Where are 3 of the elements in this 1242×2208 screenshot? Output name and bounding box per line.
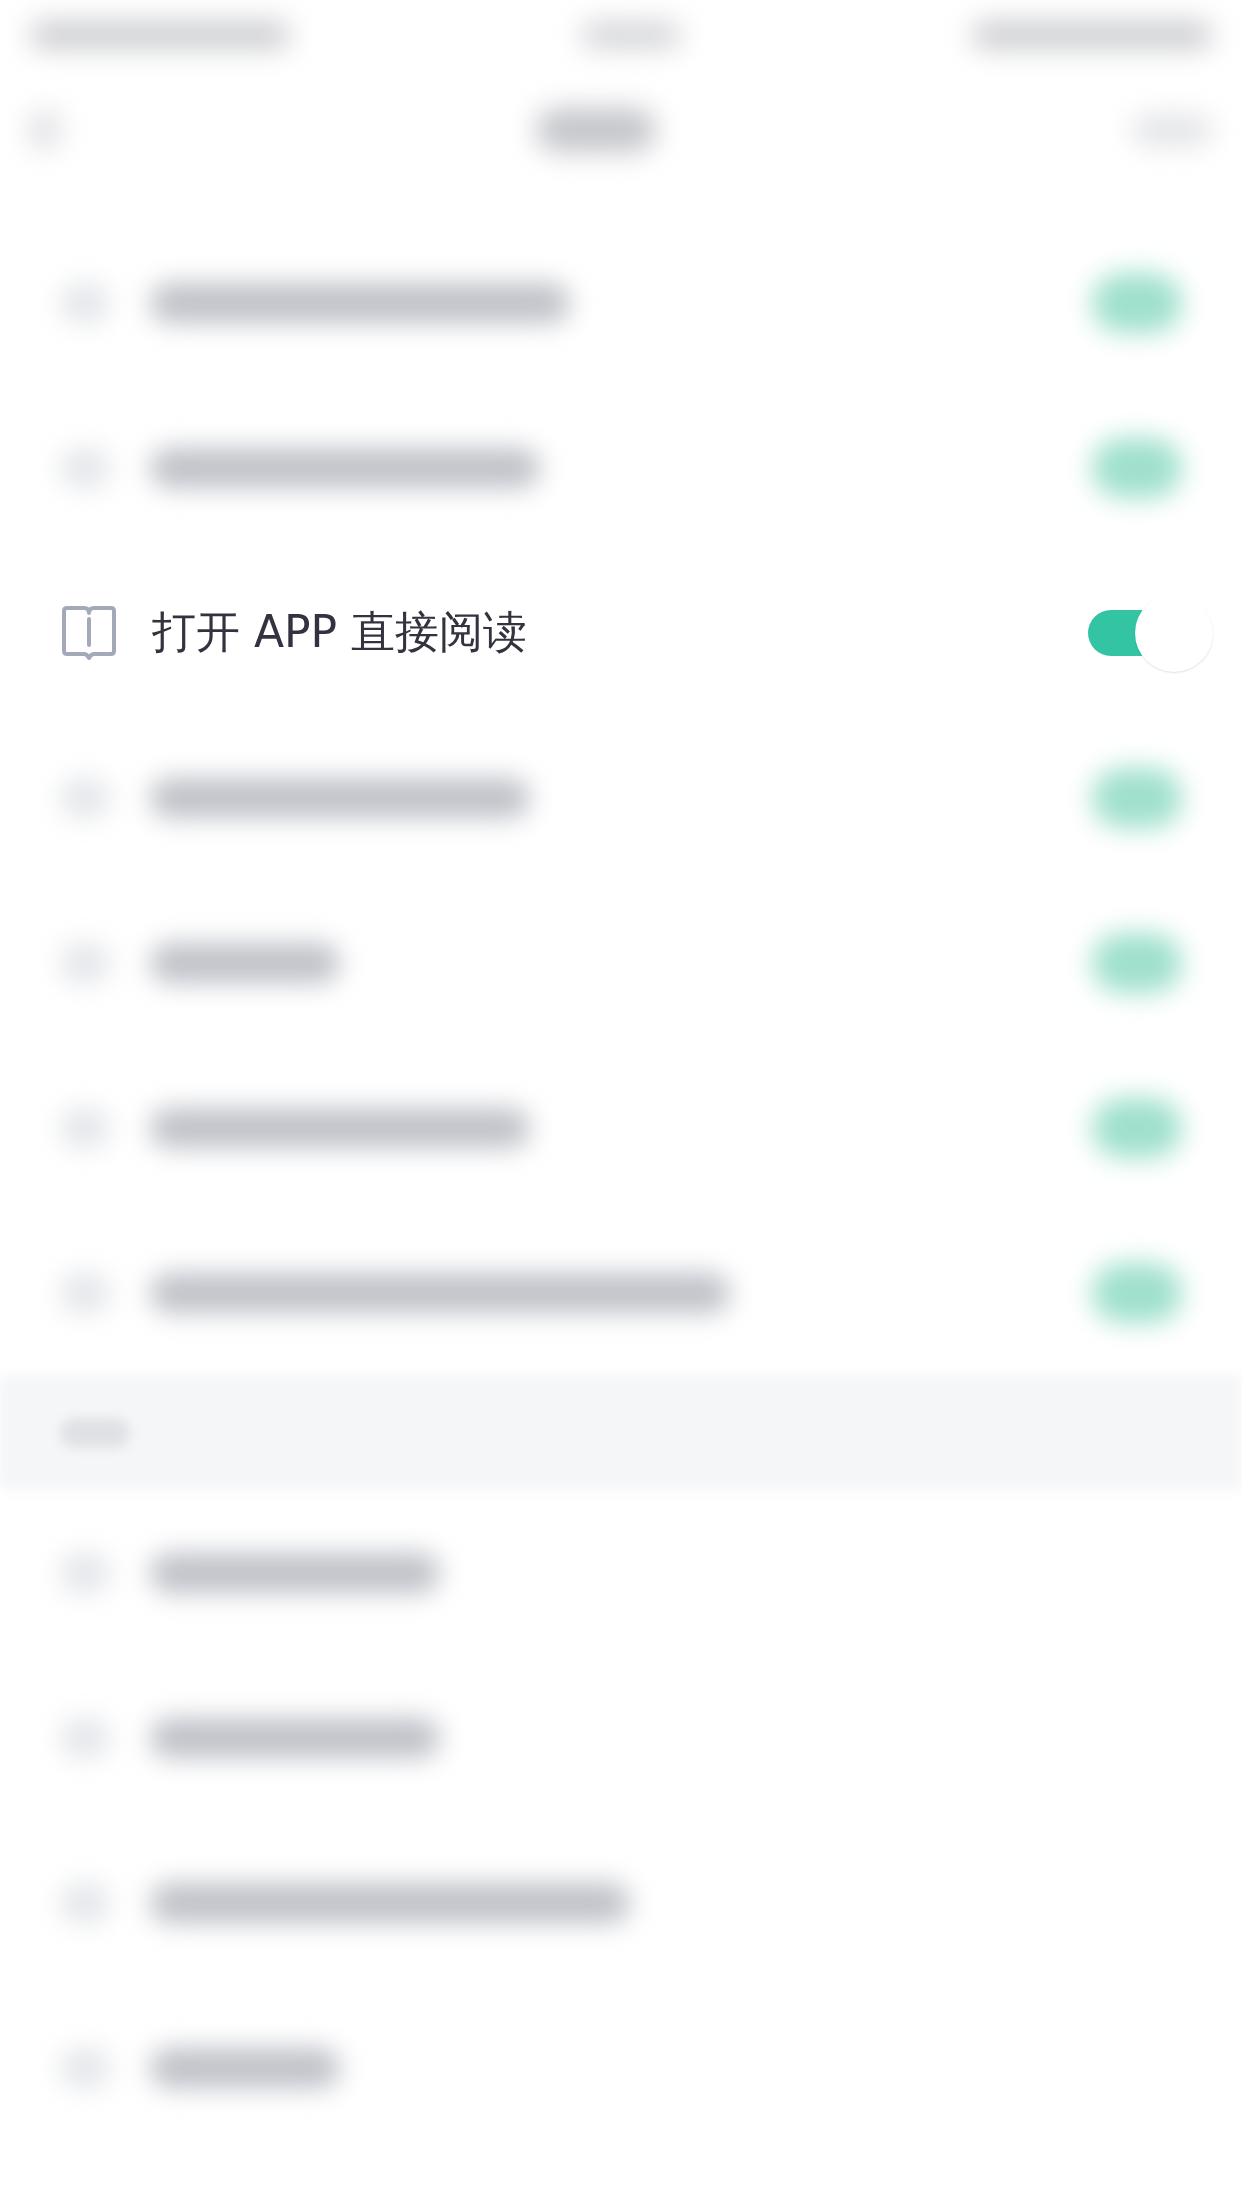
book-icon (60, 604, 118, 661)
setting-label: 打开 APP 直接阅读 (152, 605, 529, 659)
toggle-switch[interactable] (1088, 592, 1214, 673)
